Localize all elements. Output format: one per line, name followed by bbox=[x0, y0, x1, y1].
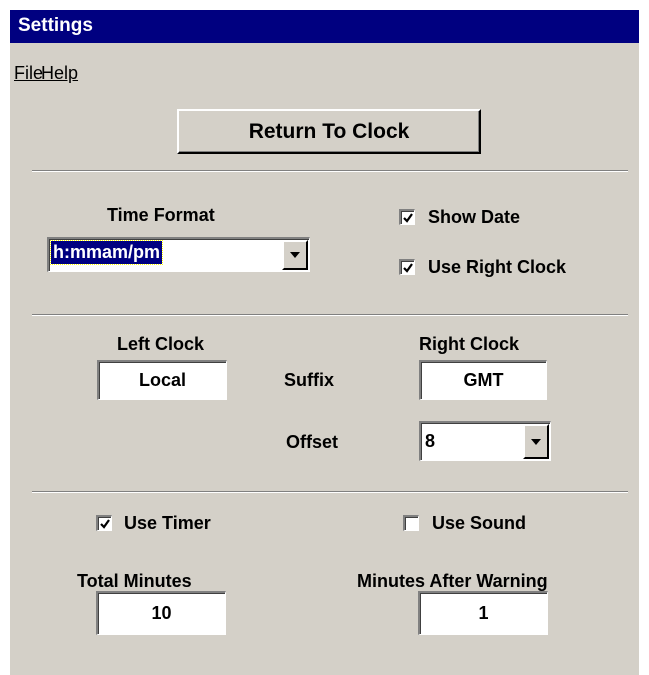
menu-help[interactable]: Help bbox=[41, 63, 78, 84]
total-minutes-label: Total Minutes bbox=[77, 571, 192, 591]
dropdown-arrow-button[interactable] bbox=[523, 424, 549, 459]
separator bbox=[32, 314, 628, 316]
return-to-clock-label: Return To Clock bbox=[248, 119, 410, 143]
window-titlebar[interactable]: Settings bbox=[10, 10, 639, 43]
suffix-label: Suffix bbox=[284, 370, 335, 390]
time-format-select[interactable]: h:mmam/pm bbox=[47, 237, 310, 272]
use-timer-label: Use Timer bbox=[124, 513, 211, 533]
offset-label: Offset bbox=[286, 432, 339, 452]
checkmark-icon bbox=[99, 518, 110, 529]
show-date-checkbox[interactable] bbox=[399, 209, 415, 225]
settings-window: Settings File Help Return To Clock Time … bbox=[10, 10, 639, 675]
menu-help-label: Help bbox=[41, 63, 79, 83]
checkmark-icon bbox=[402, 212, 413, 223]
use-timer-checkbox[interactable] bbox=[96, 515, 112, 531]
checkmark-icon bbox=[402, 262, 413, 273]
separator bbox=[32, 491, 628, 493]
right-clock-suffix-input[interactable]: GMT bbox=[419, 360, 547, 400]
use-right-clock-checkbox[interactable] bbox=[399, 259, 415, 275]
right-clock-suffix-value: GMT bbox=[463, 370, 504, 390]
minutes-after-warning-label: Minutes After Warning bbox=[357, 571, 548, 591]
dropdown-arrow-button[interactable] bbox=[282, 240, 308, 270]
separator bbox=[32, 170, 628, 172]
offset-value: 8 bbox=[425, 431, 436, 451]
return-to-clock-button[interactable]: Return To Clock bbox=[177, 109, 481, 154]
show-date-label: Show Date bbox=[428, 207, 521, 227]
time-format-value: h:mmam/pm bbox=[49, 240, 164, 265]
total-minutes-value: 10 bbox=[151, 603, 172, 623]
use-sound-label: Use Sound bbox=[432, 513, 527, 533]
right-clock-label: Right Clock bbox=[419, 334, 520, 354]
minutes-after-warning-value: 1 bbox=[478, 603, 489, 623]
left-clock-suffix-value: Local bbox=[138, 370, 186, 390]
left-clock-label: Left Clock bbox=[117, 334, 205, 354]
time-format-label: Time Format bbox=[107, 205, 215, 225]
menu-file-label: File bbox=[14, 63, 44, 83]
chevron-down-icon bbox=[290, 252, 300, 258]
minutes-after-warning-input[interactable]: 1 bbox=[418, 591, 548, 635]
window-title: Settings bbox=[18, 15, 93, 36]
use-sound-checkbox[interactable] bbox=[403, 515, 419, 531]
left-clock-suffix-input[interactable]: Local bbox=[97, 360, 227, 400]
menu-file[interactable]: File bbox=[14, 63, 43, 84]
offset-select[interactable]: 8 bbox=[419, 421, 551, 461]
total-minutes-input[interactable]: 10 bbox=[96, 591, 226, 635]
use-right-clock-label: Use Right Clock bbox=[428, 257, 567, 277]
chevron-down-icon bbox=[531, 438, 541, 445]
